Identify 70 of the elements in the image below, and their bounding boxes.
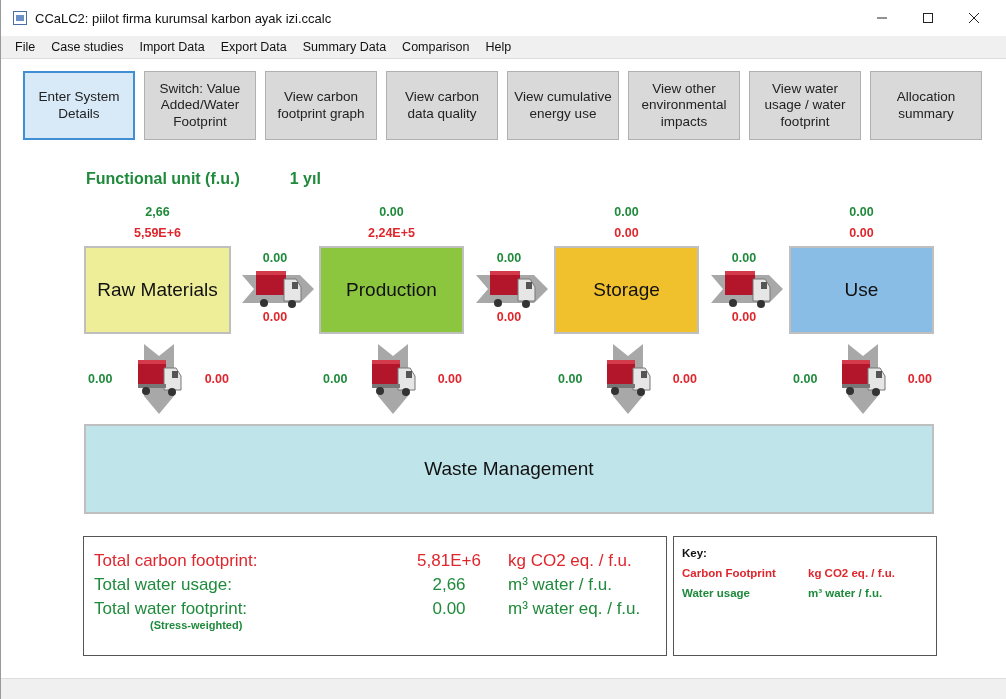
carbon-value: 0.00	[849, 225, 874, 242]
key-unit: m³ water / f.u.	[808, 587, 883, 599]
truck-arrow-icon	[135, 344, 182, 414]
water-value: 0.00	[731, 250, 757, 267]
close-icon[interactable]	[968, 12, 980, 24]
total-label: Total water usage:	[94, 575, 232, 595]
toolbar-button[interactable]: View carbon footprint graph	[265, 71, 377, 140]
carbon-value: 0.00	[496, 309, 522, 326]
total-label: Total carbon footprint:	[94, 551, 258, 571]
toolbar-button[interactable]: Allocation summary	[870, 71, 982, 140]
water-value: 2,66	[145, 204, 170, 221]
toolbar-button[interactable]: Switch: Value Added/Water Footprint	[144, 71, 256, 140]
total-unit: kg CO2 eq. / f.u.	[508, 551, 632, 571]
carbon-value: 5,59E+6	[134, 225, 181, 242]
truck-arrow-icon	[369, 344, 416, 414]
carbon-value: 2,24E+5	[368, 225, 415, 242]
total-value: 2,66	[431, 575, 467, 595]
menu-item[interactable]: Summary Data	[302, 40, 387, 54]
menu-item[interactable]: Import Data	[139, 40, 205, 54]
stage-box[interactable]: Raw Materials	[84, 246, 231, 334]
menu-item[interactable]: Help	[485, 40, 512, 54]
truck-arrow-icon	[242, 269, 314, 309]
total-unit: m³ water eq. / f.u.	[508, 599, 641, 620]
maximize-icon[interactable]	[922, 12, 934, 24]
key-title: Key:	[682, 547, 708, 559]
menu-item[interactable]: Comparison	[402, 40, 470, 54]
carbon-value: 0.00	[672, 370, 697, 388]
toolbar-button[interactable]: Enter System Details	[23, 71, 135, 140]
key-label: Carbon Footprint	[682, 567, 777, 579]
water-value: 0.00	[262, 250, 288, 267]
app-icon	[13, 11, 27, 25]
total-unit: m³ water / f.u.	[508, 575, 612, 595]
window-title: CCaLC2: piilot firma kurumsal karbon ayak izi.ccalc	[35, 10, 332, 26]
water-value: 0.00	[379, 204, 404, 221]
menu-item[interactable]: File	[15, 40, 36, 54]
functional-unit-value: 1 yıl	[289, 170, 321, 189]
truck-arrow-icon	[711, 269, 783, 309]
total-note: (Stress-weighted)	[150, 619, 243, 631]
stage-box[interactable]: Production	[319, 246, 464, 334]
carbon-value: 0.00	[437, 370, 462, 388]
water-value: 0.00	[323, 370, 348, 388]
toolbar-button[interactable]: View cumulative energy use	[507, 71, 619, 140]
carbon-value: 0.00	[614, 225, 639, 242]
truck-arrow-icon	[839, 344, 886, 414]
key-unit: kg CO2 eq. / f.u.	[808, 567, 895, 579]
carbon-value: 0.00	[262, 309, 288, 326]
carbon-value: 0.00	[731, 309, 757, 326]
water-value: 0.00	[496, 250, 522, 267]
water-value: 0.00	[849, 204, 874, 221]
truck-arrow-icon	[476, 269, 548, 309]
total-value: 5,81E+6	[416, 551, 482, 571]
water-value: 0.00	[793, 370, 818, 388]
carbon-value: 0.00	[907, 370, 932, 388]
key-label: Water usage	[682, 587, 751, 599]
waste-management-box[interactable]: Waste Management	[84, 424, 934, 514]
truck-arrow-icon	[604, 344, 651, 414]
carbon-value: 0.00	[204, 370, 229, 388]
water-value: 0.00	[614, 204, 639, 221]
toolbar-button[interactable]: View carbon data quality	[386, 71, 498, 140]
menu-item[interactable]: Export Data	[220, 40, 287, 54]
water-value: 0.00	[558, 370, 583, 388]
total-value: 0.00	[431, 599, 467, 620]
stage-box[interactable]: Storage	[554, 246, 699, 334]
toolbar-button[interactable]: View other environmental impacts	[628, 71, 740, 140]
menu-item[interactable]: Case studies	[51, 40, 124, 54]
functional-unit-label: Functional unit (f.u.)	[86, 170, 240, 189]
water-value: 0.00	[88, 370, 113, 388]
stage-box[interactable]: Use	[789, 246, 934, 334]
toolbar-button[interactable]: View water usage / water footprint	[749, 71, 861, 140]
total-label: Total water footprint:	[94, 599, 248, 619]
